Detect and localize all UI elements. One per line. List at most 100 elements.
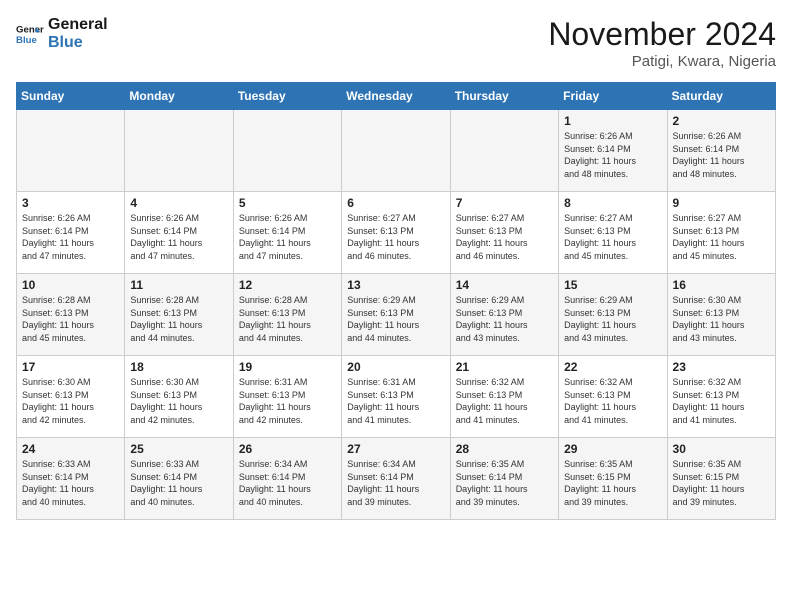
- calendar-week-2: 3 Sunrise: 6:26 AM Sunset: 6:14 PM Daylig…: [17, 192, 776, 274]
- day-info: Sunrise: 6:27 AM Sunset: 6:13 PM Dayligh…: [347, 212, 444, 262]
- col-header-tuesday: Tuesday: [233, 83, 341, 110]
- day-info: Sunrise: 6:32 AM Sunset: 6:13 PM Dayligh…: [673, 376, 770, 426]
- calendar-cell: 20 Sunrise: 6:31 AM Sunset: 6:13 PM Dayli…: [342, 356, 450, 438]
- calendar-cell: 25 Sunrise: 6:33 AM Sunset: 6:14 PM Dayli…: [125, 438, 233, 520]
- svg-text:General: General: [16, 24, 44, 35]
- day-info: Sunrise: 6:29 AM Sunset: 6:13 PM Dayligh…: [347, 294, 444, 344]
- day-info: Sunrise: 6:30 AM Sunset: 6:13 PM Dayligh…: [673, 294, 770, 344]
- day-info: Sunrise: 6:31 AM Sunset: 6:13 PM Dayligh…: [347, 376, 444, 426]
- day-number: 7: [456, 196, 553, 210]
- day-number: 17: [22, 360, 119, 374]
- day-info: Sunrise: 6:34 AM Sunset: 6:14 PM Dayligh…: [347, 458, 444, 508]
- day-info: Sunrise: 6:26 AM Sunset: 6:14 PM Dayligh…: [130, 212, 227, 262]
- day-number: 9: [673, 196, 770, 210]
- day-number: 12: [239, 278, 336, 292]
- calendar-cell: 23 Sunrise: 6:32 AM Sunset: 6:13 PM Dayli…: [667, 356, 775, 438]
- calendar-cell: 7 Sunrise: 6:27 AM Sunset: 6:13 PM Daylig…: [450, 192, 558, 274]
- day-info: Sunrise: 6:35 AM Sunset: 6:15 PM Dayligh…: [673, 458, 770, 508]
- day-number: 30: [673, 442, 770, 456]
- calendar-cell: 4 Sunrise: 6:26 AM Sunset: 6:14 PM Daylig…: [125, 192, 233, 274]
- calendar-cell: 15Sunrise: 6:29 AM Sunset: 6:13 PM Dayli…: [559, 274, 667, 356]
- calendar-table: SundayMondayTuesdayWednesdayThursdayFrid…: [16, 82, 776, 520]
- day-number: 4: [130, 196, 227, 210]
- day-number: 1: [564, 114, 661, 128]
- day-number: 16: [673, 278, 770, 292]
- day-number: 26: [239, 442, 336, 456]
- day-info: Sunrise: 6:27 AM Sunset: 6:13 PM Dayligh…: [456, 212, 553, 262]
- title-block: November 2024 Patigi, Kwara, Nigeria: [548, 16, 776, 70]
- location: Patigi, Kwara, Nigeria: [548, 53, 776, 70]
- calendar-cell: [450, 110, 558, 192]
- calendar-cell: 21Sunrise: 6:32 AM Sunset: 6:13 PM Dayli…: [450, 356, 558, 438]
- calendar-cell: 27 Sunrise: 6:34 AM Sunset: 6:14 PM Dayli…: [342, 438, 450, 520]
- logo: General Blue General Blue: [16, 16, 108, 51]
- day-info: Sunrise: 6:26 AM Sunset: 6:14 PM Dayligh…: [239, 212, 336, 262]
- calendar-cell: [125, 110, 233, 192]
- calendar-cell: 9Sunrise: 6:27 AM Sunset: 6:13 PM Daylig…: [667, 192, 775, 274]
- day-number: 29: [564, 442, 661, 456]
- day-info: Sunrise: 6:30 AM Sunset: 6:13 PM Dayligh…: [130, 376, 227, 426]
- day-info: Sunrise: 6:29 AM Sunset: 6:13 PM Dayligh…: [564, 294, 661, 344]
- calendar-cell: [17, 110, 125, 192]
- day-number: 22: [564, 360, 661, 374]
- day-number: 27: [347, 442, 444, 456]
- col-header-thursday: Thursday: [450, 83, 558, 110]
- calendar-week-4: 17 Sunrise: 6:30 AM Sunset: 6:13 PM Dayli…: [17, 356, 776, 438]
- logo-icon: General Blue: [16, 20, 44, 48]
- day-info: Sunrise: 6:35 AM Sunset: 6:14 PM Dayligh…: [456, 458, 553, 508]
- day-info: Sunrise: 6:30 AM Sunset: 6:13 PM Dayligh…: [22, 376, 119, 426]
- svg-text:Blue: Blue: [16, 34, 37, 45]
- calendar-cell: 8Sunrise: 6:27 AM Sunset: 6:13 PM Daylig…: [559, 192, 667, 274]
- day-number: 19: [239, 360, 336, 374]
- calendar-cell: 29 Sunrise: 6:35 AM Sunset: 6:15 PM Dayli…: [559, 438, 667, 520]
- day-info: Sunrise: 6:33 AM Sunset: 6:14 PM Dayligh…: [130, 458, 227, 508]
- day-info: Sunrise: 6:29 AM Sunset: 6:13 PM Dayligh…: [456, 294, 553, 344]
- calendar-cell: 11 Sunrise: 6:28 AM Sunset: 6:13 PM Dayli…: [125, 274, 233, 356]
- calendar-cell: 14 Sunrise: 6:29 AM Sunset: 6:13 PM Dayli…: [450, 274, 558, 356]
- day-info: Sunrise: 6:27 AM Sunset: 6:13 PM Dayligh…: [564, 212, 661, 262]
- calendar-cell: 24Sunrise: 6:33 AM Sunset: 6:14 PM Dayli…: [17, 438, 125, 520]
- day-number: 20: [347, 360, 444, 374]
- calendar-cell: 18 Sunrise: 6:30 AM Sunset: 6:13 PM Dayli…: [125, 356, 233, 438]
- day-info: Sunrise: 6:28 AM Sunset: 6:13 PM Dayligh…: [130, 294, 227, 344]
- logo-blue: Blue: [48, 34, 108, 52]
- day-info: Sunrise: 6:26 AM Sunset: 6:14 PM Dayligh…: [673, 130, 770, 180]
- day-number: 3: [22, 196, 119, 210]
- day-number: 5: [239, 196, 336, 210]
- col-header-sunday: Sunday: [17, 83, 125, 110]
- calendar-cell: 30 Sunrise: 6:35 AM Sunset: 6:15 PM Dayli…: [667, 438, 775, 520]
- calendar-cell: [342, 110, 450, 192]
- calendar-cell: 3 Sunrise: 6:26 AM Sunset: 6:14 PM Daylig…: [17, 192, 125, 274]
- calendar-cell: 17 Sunrise: 6:30 AM Sunset: 6:13 PM Dayli…: [17, 356, 125, 438]
- day-number: 10: [22, 278, 119, 292]
- day-number: 18: [130, 360, 227, 374]
- calendar-cell: 6 Sunrise: 6:27 AM Sunset: 6:13 PM Daylig…: [342, 192, 450, 274]
- calendar-cell: 28 Sunrise: 6:35 AM Sunset: 6:14 PM Dayli…: [450, 438, 558, 520]
- day-number: 25: [130, 442, 227, 456]
- calendar-cell: 13 Sunrise: 6:29 AM Sunset: 6:13 PM Dayli…: [342, 274, 450, 356]
- day-number: 2: [673, 114, 770, 128]
- logo-general: General: [48, 16, 108, 34]
- day-number: 21: [456, 360, 553, 374]
- calendar-cell: 26Sunrise: 6:34 AM Sunset: 6:14 PM Dayli…: [233, 438, 341, 520]
- day-info: Sunrise: 6:26 AM Sunset: 6:14 PM Dayligh…: [22, 212, 119, 262]
- day-number: 14: [456, 278, 553, 292]
- day-info: Sunrise: 6:31 AM Sunset: 6:13 PM Dayligh…: [239, 376, 336, 426]
- calendar-cell: 5 Sunrise: 6:26 AM Sunset: 6:14 PM Daylig…: [233, 192, 341, 274]
- page-header: General Blue General Blue November 2024 …: [16, 16, 776, 70]
- day-number: 28: [456, 442, 553, 456]
- day-info: Sunrise: 6:33 AM Sunset: 6:14 PM Dayligh…: [22, 458, 119, 508]
- day-number: 6: [347, 196, 444, 210]
- day-number: 13: [347, 278, 444, 292]
- col-header-wednesday: Wednesday: [342, 83, 450, 110]
- calendar-cell: 1Sunrise: 6:26 AM Sunset: 6:14 PM Daylig…: [559, 110, 667, 192]
- day-info: Sunrise: 6:35 AM Sunset: 6:15 PM Dayligh…: [564, 458, 661, 508]
- day-number: 23: [673, 360, 770, 374]
- day-number: 11: [130, 278, 227, 292]
- col-header-monday: Monday: [125, 83, 233, 110]
- day-info: Sunrise: 6:28 AM Sunset: 6:13 PM Dayligh…: [22, 294, 119, 344]
- calendar-cell: 16 Sunrise: 6:30 AM Sunset: 6:13 PM Dayli…: [667, 274, 775, 356]
- month-title: November 2024: [548, 16, 776, 53]
- calendar-cell: 22Sunrise: 6:32 AM Sunset: 6:13 PM Dayli…: [559, 356, 667, 438]
- calendar-week-5: 24Sunrise: 6:33 AM Sunset: 6:14 PM Dayli…: [17, 438, 776, 520]
